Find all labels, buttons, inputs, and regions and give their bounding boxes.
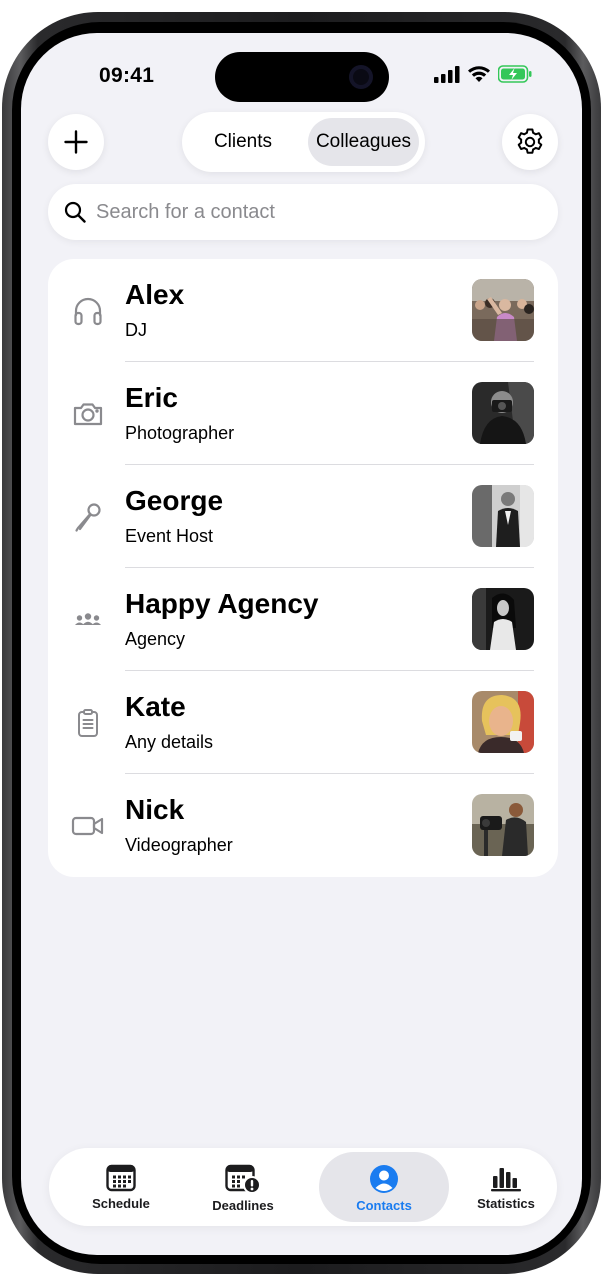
plus-icon — [64, 130, 88, 154]
contact-name: Happy Agency — [125, 588, 319, 619]
headphones-icon — [70, 293, 106, 329]
contact-role: Event Host — [125, 526, 214, 546]
people-group-icon — [70, 602, 106, 638]
tab-schedule[interactable]: Schedule — [56, 1152, 186, 1222]
calendar-icon — [106, 1164, 136, 1192]
contact-photo — [472, 279, 534, 341]
contact-row-alex[interactable]: Alex DJ — [48, 259, 558, 362]
segment-clients[interactable]: Clients — [188, 118, 298, 166]
contact-row-eric[interactable]: Eric Photographer — [48, 362, 558, 465]
contact-name: George — [125, 485, 224, 516]
contact-photo — [472, 588, 534, 650]
dynamic-island — [215, 52, 389, 102]
contact-name: Eric — [125, 382, 178, 413]
battery-charging-icon — [498, 65, 532, 83]
status-icons — [434, 65, 532, 83]
app-screen: 09:41 Clients Colleagues Search for a co… — [21, 33, 582, 1255]
contact-name: Alex — [125, 279, 185, 310]
tab-statistics[interactable]: Statistics — [441, 1152, 571, 1222]
contact-role: Agency — [125, 629, 186, 649]
contact-role: Videographer — [125, 835, 233, 855]
segment-colleagues[interactable]: Colleagues — [308, 118, 419, 166]
contact-role: Photographer — [125, 423, 235, 443]
search-bar[interactable] — [48, 184, 558, 240]
front-camera — [349, 65, 373, 89]
search-input[interactable] — [96, 200, 516, 224]
settings-button[interactable] — [502, 114, 558, 170]
contact-role: DJ — [125, 320, 147, 340]
tab-label: Statistics — [477, 1196, 535, 1211]
person-circle-icon — [370, 1165, 398, 1193]
wifi-icon — [468, 66, 490, 82]
contact-photo — [472, 794, 534, 856]
contact-row-kate[interactable]: Kate Any details — [48, 671, 558, 774]
search-icon — [64, 201, 86, 223]
cellular-signal-icon — [434, 65, 460, 83]
tab-label: Deadlines — [212, 1198, 274, 1213]
status-time: 09:41 — [99, 64, 155, 87]
contact-row-nick[interactable]: Nick Videographer — [48, 774, 558, 877]
add-contact-button[interactable] — [48, 114, 104, 170]
contacts-list: Alex DJ Eric Photographer George Event H… — [48, 259, 558, 877]
contact-role: Any details — [125, 732, 214, 752]
tab-deadlines[interactable]: Deadlines — [178, 1152, 308, 1222]
tab-bar: Schedule Deadlines Contacts Statistics — [49, 1148, 557, 1226]
tab-contacts[interactable]: Contacts — [319, 1152, 449, 1222]
contact-photo — [472, 485, 534, 547]
gear-icon — [517, 128, 543, 154]
contact-type-segmented-control: Clients Colleagues — [182, 112, 425, 172]
calendar-alert-icon — [225, 1164, 261, 1194]
contact-photo — [472, 382, 534, 444]
clipboard-icon — [70, 705, 106, 741]
contact-name: Nick — [125, 794, 185, 825]
camera-icon — [70, 396, 106, 432]
contact-name: Kate — [125, 691, 186, 722]
contact-row-happy-agency[interactable]: Happy Agency Agency — [48, 568, 558, 671]
video-camera-icon — [70, 808, 106, 844]
tab-label: Contacts — [356, 1198, 412, 1213]
contact-photo — [472, 691, 534, 753]
tab-label: Schedule — [92, 1196, 150, 1211]
contact-row-george[interactable]: George Event Host — [48, 465, 558, 568]
bar-chart-icon — [491, 1168, 521, 1192]
microphone-icon — [70, 499, 106, 535]
